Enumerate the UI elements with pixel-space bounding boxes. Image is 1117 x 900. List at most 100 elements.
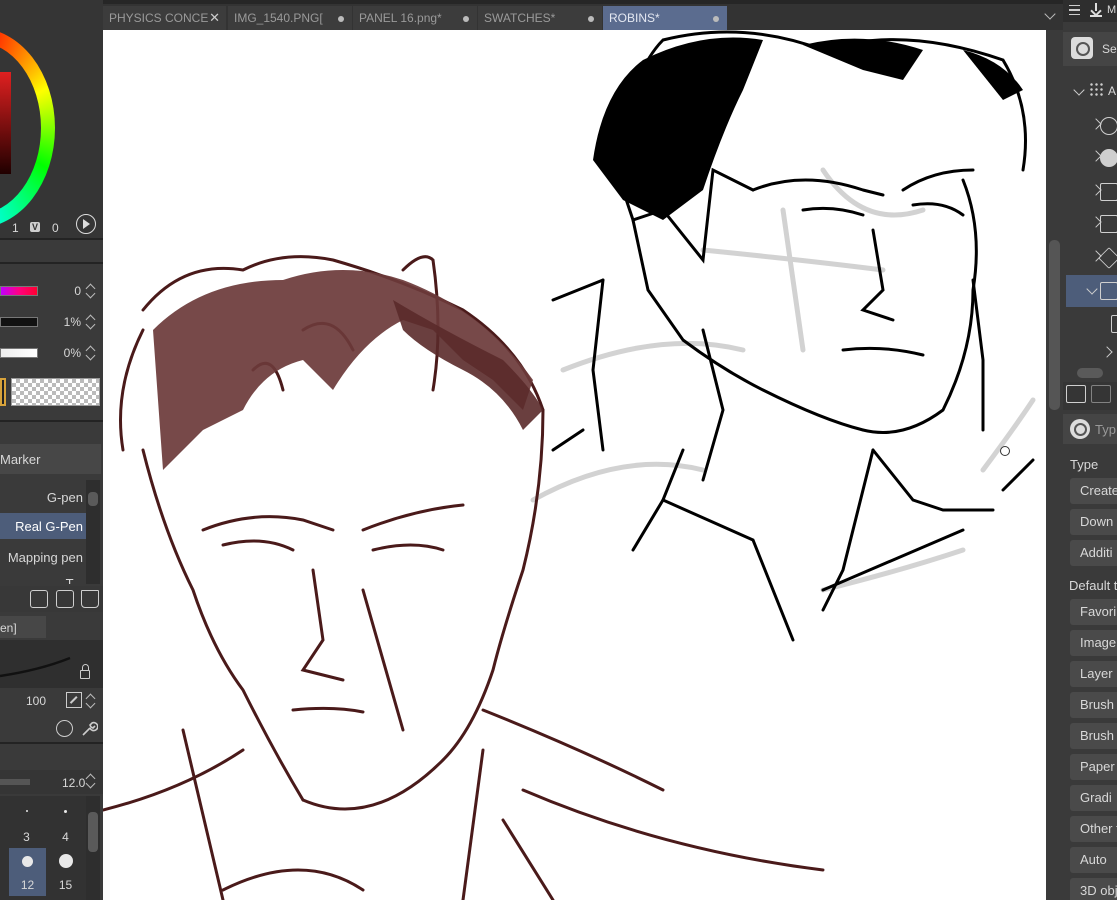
download-subtool-icon[interactable] bbox=[30, 590, 48, 608]
canvas-vertical-scrollbar[interactable] bbox=[1046, 30, 1063, 900]
tab-robins[interactable]: ROBINS* bbox=[603, 6, 727, 30]
tree-horizontal-scrollbar[interactable] bbox=[1077, 368, 1103, 378]
tree-item-1[interactable] bbox=[1063, 110, 1117, 142]
brush-material-icon bbox=[1100, 149, 1117, 167]
dial-icon[interactable] bbox=[56, 720, 73, 737]
wrench-icon[interactable] bbox=[80, 720, 98, 738]
unsaved-dot-icon[interactable] bbox=[463, 16, 469, 22]
unsaved-dot-icon[interactable] bbox=[713, 16, 719, 22]
tree-item-2[interactable] bbox=[1063, 142, 1117, 174]
type-search-placeholder[interactable]: Typ bbox=[1095, 422, 1116, 437]
tag-button-brush[interactable]: Brush bbox=[1070, 723, 1117, 749]
brush-size-value[interactable]: 100 bbox=[26, 694, 46, 708]
tag-button-favorites[interactable]: Favori bbox=[1070, 599, 1117, 625]
subtool-item-g-pen[interactable]: G-pen bbox=[0, 484, 86, 510]
type-button-additional[interactable]: Additi bbox=[1070, 540, 1117, 566]
chevron-down-icon[interactable] bbox=[1073, 84, 1085, 96]
tool-property-tab-label: en] bbox=[0, 621, 17, 635]
brush-size-palette: 3 4 12 15 bbox=[0, 796, 86, 900]
material-search-label: Sea bbox=[1102, 42, 1117, 56]
divider bbox=[0, 420, 103, 422]
brush-size-cell-4[interactable]: 4 bbox=[47, 798, 84, 846]
unsaved-dot-icon[interactable] bbox=[338, 16, 344, 22]
hue-slider-track[interactable] bbox=[0, 286, 38, 296]
brush-size-row: 100 bbox=[0, 690, 103, 714]
tree-item-4[interactable] bbox=[1063, 208, 1117, 240]
left-tool-panel: 1 V 0 0 1% 0% Marker G-pen Real G-Pen Ma… bbox=[0, 0, 103, 900]
tab-label: PANEL 16.png* bbox=[359, 11, 442, 25]
tool-property-tab[interactable]: en] bbox=[0, 616, 46, 638]
tab-panel-16[interactable]: PANEL 16.png* bbox=[353, 6, 477, 30]
tag-button-other-tool[interactable]: Other t bbox=[1070, 816, 1117, 842]
brush-dot bbox=[58, 854, 73, 868]
drawing-canvas[interactable] bbox=[103, 30, 1046, 900]
brush-size-cell-15[interactable]: 15 bbox=[47, 848, 84, 896]
stabilization-row[interactable] bbox=[0, 770, 103, 794]
tree-item-8[interactable] bbox=[1063, 338, 1117, 370]
duplicate-subtool-icon[interactable] bbox=[56, 590, 74, 608]
value-slider-row[interactable]: 0% bbox=[0, 342, 103, 364]
subtool-item-real-g-pen[interactable]: Real G-Pen bbox=[0, 513, 86, 539]
image-icon bbox=[1100, 215, 1117, 233]
tag-button-gradient[interactable]: Gradi bbox=[1070, 785, 1117, 811]
right-material-panel: M Sea A Typ Type Create bbox=[1063, 0, 1117, 900]
saturation-slider-row[interactable]: 1% bbox=[0, 311, 103, 333]
lock-icon[interactable] bbox=[80, 664, 90, 679]
tree-item-7[interactable] bbox=[1063, 308, 1117, 340]
chevron-right-icon[interactable] bbox=[1101, 346, 1113, 358]
hue-slider-row[interactable]: 0 bbox=[0, 280, 103, 302]
spin-arrows-icon[interactable] bbox=[86, 772, 96, 790]
tag-button-3d-object[interactable]: 3D obj bbox=[1070, 878, 1117, 900]
size-dynamics-icon[interactable] bbox=[66, 692, 82, 708]
subtool-group-header[interactable]: Marker bbox=[0, 444, 101, 474]
unsaved-dot-icon[interactable] bbox=[588, 16, 594, 22]
menu-icon[interactable] bbox=[1069, 5, 1080, 15]
new-folder-icon[interactable] bbox=[1066, 385, 1086, 403]
chevron-down-icon[interactable] bbox=[1086, 283, 1098, 295]
divider bbox=[0, 262, 103, 264]
delete-folder-icon[interactable] bbox=[1091, 385, 1111, 403]
grid-icon bbox=[1089, 82, 1103, 96]
tree-root-label: A bbox=[1108, 84, 1117, 98]
tag-button-image[interactable]: Image bbox=[1070, 630, 1117, 656]
brush-size-cell-3[interactable]: 3 bbox=[8, 798, 45, 846]
subtool-item-mapping-pen[interactable]: Mapping pen bbox=[0, 544, 86, 570]
main-color-swatch[interactable] bbox=[0, 378, 6, 406]
tag-button-layer[interactable]: Layer bbox=[1070, 661, 1117, 687]
close-icon[interactable]: ✕ bbox=[209, 10, 220, 26]
tab-swatches[interactable]: SWATCHES* bbox=[478, 6, 602, 30]
saturation-slider-track[interactable] bbox=[0, 317, 38, 327]
canvas-scrollbar-thumb[interactable] bbox=[1049, 240, 1060, 410]
hsv-v-value: 0 bbox=[52, 221, 59, 235]
spin-arrows-icon[interactable] bbox=[86, 344, 96, 362]
tree-item-3[interactable] bbox=[1063, 176, 1117, 208]
brush-size-cell-12[interactable]: 12 bbox=[9, 848, 46, 896]
type-button-download[interactable]: Down bbox=[1070, 509, 1117, 535]
tag-button-paper[interactable]: Paper bbox=[1070, 754, 1117, 780]
tree-item-download-selected[interactable] bbox=[1066, 275, 1117, 307]
download-icon[interactable] bbox=[1090, 3, 1102, 17]
tree-item-5[interactable] bbox=[1063, 242, 1117, 274]
brush-size-label: 15 bbox=[58, 878, 73, 892]
play-icon[interactable] bbox=[76, 214, 96, 234]
tree-item-root[interactable]: A bbox=[1063, 76, 1117, 108]
spin-arrows-icon[interactable] bbox=[86, 313, 96, 331]
brush-palette-scrollbar-thumb[interactable] bbox=[88, 812, 98, 852]
value-slider-track[interactable] bbox=[0, 348, 38, 358]
subtool-scrollbar-thumb[interactable] bbox=[88, 492, 98, 506]
subtool-item-partial[interactable]: T... bbox=[0, 572, 86, 584]
transparent-color-swatch[interactable] bbox=[11, 378, 100, 406]
tag-button-brush-tip[interactable]: Brush t bbox=[1070, 692, 1117, 718]
stabilization-bar[interactable] bbox=[0, 779, 30, 785]
tab-physics-concept[interactable]: PHYSICS CONCE ✕ bbox=[103, 6, 226, 30]
tag-button-auto[interactable]: Auto bbox=[1070, 847, 1117, 873]
trash-icon[interactable] bbox=[81, 590, 99, 608]
brush-dot bbox=[25, 810, 28, 812]
saturation-value-box[interactable] bbox=[0, 72, 11, 174]
spin-arrows-icon[interactable] bbox=[86, 692, 96, 710]
tab-img-1540[interactable]: IMG_1540.PNG[ bbox=[228, 6, 352, 30]
search-icon[interactable] bbox=[1070, 419, 1090, 439]
spin-arrows-icon[interactable] bbox=[86, 282, 96, 300]
type-button-create[interactable]: Create bbox=[1070, 478, 1117, 504]
search-icon[interactable] bbox=[1071, 37, 1093, 59]
